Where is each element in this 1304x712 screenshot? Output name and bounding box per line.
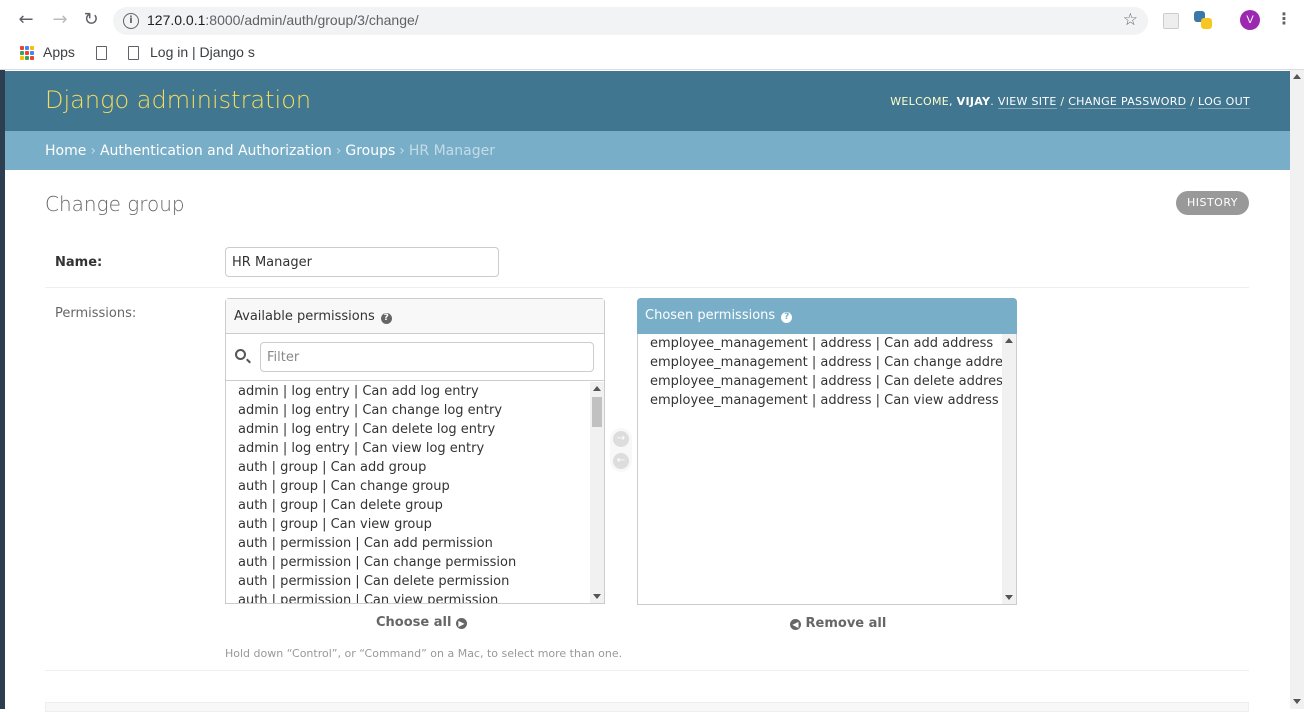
list-item[interactable]: auth | group | Can add group [226,458,604,477]
list-item[interactable]: employee_management | address | Can chan… [638,353,1016,372]
python-extension-icon[interactable] [1194,11,1212,29]
list-item[interactable]: auth | group | Can view group [226,515,604,534]
chosen-permissions-list[interactable]: employee_management | address | Can add … [638,334,1016,604]
list-item[interactable]: auth | permission | Can change permissio… [226,553,604,572]
help-text: Hold down “Control”, or “Command” on a M… [225,647,623,660]
arrow-left-circle-icon: ◀ [790,619,801,630]
breadcrumb-current: HR Manager [408,143,495,159]
forward-arrow-icon[interactable]: → [50,10,70,30]
remove-arrow-icon[interactable]: ← [613,453,629,469]
profile-avatar[interactable]: V [1240,10,1260,30]
list-item[interactable]: admin | log entry | Can change log entry [226,401,604,420]
list-item[interactable]: admin | log entry | Can view log entry [226,439,604,458]
breadcrumb-app[interactable]: Authentication and Authorization [100,143,332,159]
list-item[interactable]: auth | group | Can change group [226,477,604,496]
breadcrumb: Home › Authentication and Authorization › Gr… [5,131,1290,170]
breadcrumb-model[interactable]: Groups [345,143,395,159]
list-item[interactable]: auth | permission | Can delete permissio… [226,572,604,591]
bookmark-page-icon[interactable] [96,46,107,60]
bookmark-page-icon[interactable] [128,46,139,60]
apps-grid-icon[interactable] [20,46,34,60]
breadcrumb-home[interactable]: Home [45,143,86,159]
browser-toolbar: ← → ↻ i 127.0.0.1:8000/admin/auth/group/… [0,0,1304,41]
list-item[interactable]: employee_management | address | Can dele… [638,372,1016,391]
view-site-link[interactable]: VIEW SITE [997,95,1057,109]
name-label: Name: [55,255,103,270]
admin-header: Django administration WELCOME, VIJAY. VI… [5,71,1290,131]
name-input[interactable] [225,247,499,277]
permissions-label: Permissions: [55,306,137,321]
search-icon [235,349,246,360]
remove-all-link[interactable]: ◀ Remove all [790,616,886,631]
filter-input[interactable] [260,342,594,372]
help-icon[interactable]: ? [380,313,392,324]
log-out-link[interactable]: LOG OUT [1198,95,1250,109]
url-text: 127.0.0.1:8000/admin/auth/group/3/change… [147,12,419,28]
divider [45,670,1249,671]
list-item[interactable]: employee_management | address | Can add … [638,334,1016,353]
bookmark-star-icon[interactable]: ☆ [1123,10,1138,30]
list-item[interactable]: auth | permission | Can view permission [226,591,604,603]
list-item[interactable]: admin | log entry | Can delete log entry [226,420,604,439]
change-password-link[interactable]: CHANGE PASSWORD [1068,95,1187,109]
filter-row [226,334,604,381]
submit-row [45,702,1249,712]
username: VIJAY [956,95,991,108]
back-arrow-icon[interactable]: ← [16,10,36,30]
extension-icon[interactable] [1163,13,1179,29]
chosen-permissions-header: Chosen permissions? [637,298,1017,334]
address-bar[interactable]: i 127.0.0.1:8000/admin/auth/group/3/chan… [113,7,1148,35]
chosen-permissions-box: Chosen permissions? employee_management … [637,298,1017,605]
bookmark-django-login[interactable]: Log in | Django s [150,44,255,60]
browser-menu-icon[interactable]: ⋮ [1276,9,1292,28]
available-permissions-header: Available permissions? [226,299,604,334]
page-scrollbar[interactable] [1290,70,1304,709]
divider [45,287,1249,288]
site-info-icon[interactable]: i [123,13,139,29]
list-item[interactable]: admin | log entry | Can add log entry [226,382,604,401]
list-scrollbar[interactable] [1002,334,1016,604]
history-button[interactable]: HISTORY [1176,191,1249,215]
user-tools: WELCOME, VIJAY. VIEW SITE / CHANGE PASSW… [890,95,1250,109]
page-title: Change group [45,192,185,216]
list-item[interactable]: employee_management | address | Can view… [638,391,1016,410]
list-scrollbar[interactable] [590,382,604,603]
available-permissions-box: Available permissions? admin | log entry… [225,298,605,604]
help-icon[interactable]: ? [781,312,793,323]
bookmark-apps[interactable]: Apps [43,44,75,60]
choose-all-link[interactable]: Choose all ▶ [376,615,467,630]
available-permissions-list[interactable]: admin | log entry | Can add log entry ad… [226,382,604,603]
site-branding[interactable]: Django administration [45,86,311,114]
add-arrow-icon[interactable]: → [613,431,629,447]
arrow-right-circle-icon: ▶ [455,618,467,629]
list-item[interactable]: auth | permission | Can add permission [226,534,604,553]
list-item[interactable]: auth | group | Can delete group [226,496,604,515]
reload-icon[interactable]: ↻ [81,10,101,30]
